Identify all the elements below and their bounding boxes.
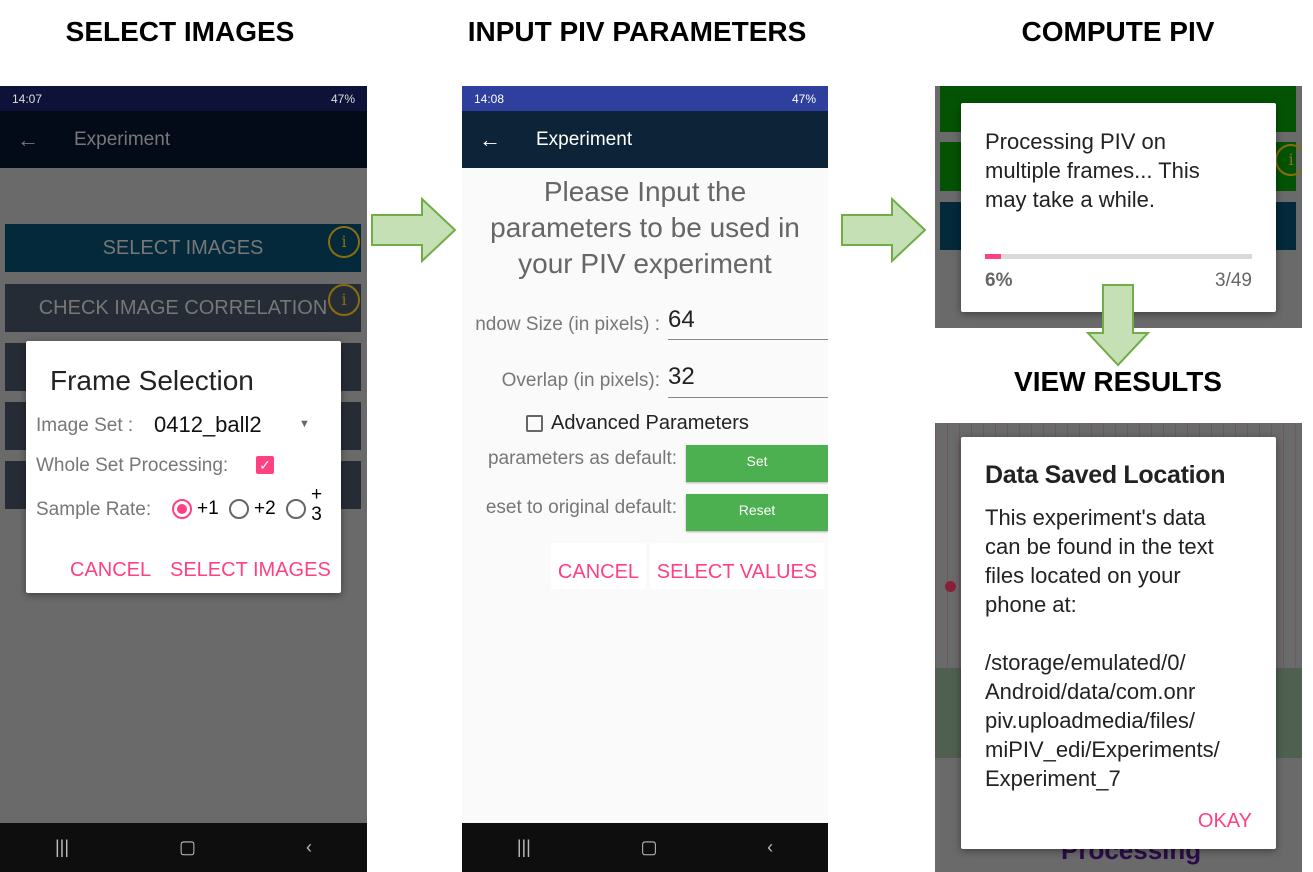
radio-plus1[interactable] — [172, 499, 192, 519]
status-bar: 14:08 47% — [462, 86, 828, 111]
progress-count: 3/49 — [1215, 270, 1252, 291]
radio-plus2-label: +2 — [254, 498, 276, 519]
button-label: SELECT IMAGES — [102, 236, 264, 259]
app-bar: ← Experiment — [462, 111, 828, 168]
path-line: Experiment_7 — [985, 766, 1121, 791]
dialog-title: Frame Selection — [50, 365, 254, 396]
recent-apps-icon[interactable]: ||| — [55, 837, 69, 858]
heading-input-piv-parameters: INPUT PIV PARAMETERS — [467, 16, 807, 47]
path-line: Android/data/com.onr — [985, 679, 1196, 704]
home-icon[interactable]: ▢ — [640, 837, 657, 858]
back-icon[interactable]: ‹ — [767, 837, 773, 858]
status-time: 14:07 — [12, 91, 43, 106]
dialog-body: This experiment's data can be found in t… — [985, 503, 1220, 793]
back-arrow-icon[interactable]: ← — [0, 127, 56, 153]
select-values-label: SELECT VALUES — [656, 561, 818, 583]
info-icon[interactable]: i — [328, 284, 360, 316]
status-time: 14:08 — [474, 91, 505, 106]
cancel-button[interactable]: CANCEL — [551, 543, 646, 589]
dialog-title: Data Saved Location — [985, 461, 1226, 489]
recent-apps-icon[interactable]: ||| — [517, 837, 531, 858]
sample-rate-label: Sample Rate: — [36, 499, 152, 520]
radio-plus3-value: 3 — [311, 504, 322, 525]
whole-set-checkbox[interactable]: ✓ — [256, 456, 274, 474]
nav-bar: ||| ▢ ‹ — [462, 823, 828, 872]
body-line: This experiment's data — [985, 505, 1206, 530]
phone-select-images: 14:07 47% ← Experiment SELECT IMAGES i C… — [0, 86, 367, 872]
reset-button[interactable]: Reset — [686, 494, 828, 531]
home-icon[interactable]: ▢ — [179, 837, 196, 858]
window-size-input[interactable]: 64 — [668, 306, 828, 340]
set-default-label: parameters as default: — [487, 448, 677, 469]
message-line: Processing PIV on — [985, 129, 1166, 154]
plot-point — [945, 581, 956, 592]
radio-plus3-sign: + — [311, 484, 323, 505]
status-bar: 14:07 47% — [0, 86, 367, 111]
progress-percent: 6% — [985, 270, 1013, 291]
path-line: miPIV_edi/Experiments/ — [985, 737, 1220, 762]
app-title: Experiment — [536, 128, 633, 150]
dropdown-arrow-icon: ▼ — [299, 418, 310, 430]
window-size-label: ndow Size (in pixels) : — [475, 314, 660, 335]
intro-text: Please Input the parameters to be used i… — [462, 174, 828, 282]
processing-message: Processing PIV on multiple frames... Thi… — [985, 127, 1200, 214]
advanced-parameters-checkbox[interactable] — [526, 415, 543, 432]
path-line: piv.uploadmedia/files/ — [985, 708, 1195, 733]
set-button-label: Set — [746, 453, 768, 469]
select-images-confirm-button[interactable]: SELECT IMAGES — [170, 559, 331, 582]
set-button[interactable]: Set — [686, 445, 828, 482]
intro-line: your PIV experiment — [518, 248, 772, 279]
app-title: Experiment — [74, 128, 171, 150]
back-icon[interactable]: ‹ — [306, 837, 312, 858]
overlap-input[interactable]: 32 — [668, 363, 828, 398]
status-battery: 47% — [330, 91, 355, 106]
body-line: can be found in the text — [985, 534, 1214, 559]
frame-selection-dialog: Frame Selection Image Set : 0412_ball2 ▼… — [26, 341, 341, 593]
image-set-label: Image Set : — [36, 415, 134, 436]
right-arrow-icon — [841, 197, 927, 263]
phone-input-parameters: 14:08 47% ← Experiment Please Input the … — [462, 86, 828, 872]
radio-plus3-label: + 3 — [311, 485, 322, 525]
select-images-button[interactable]: SELECT IMAGES — [5, 224, 361, 272]
processing-dialog: Processing PIV on multiple frames... Thi… — [961, 103, 1276, 312]
progress-fill — [985, 254, 1002, 259]
data-saved-dialog: Data Saved Location This experiment's da… — [961, 437, 1276, 849]
intro-line: Please Input the — [543, 176, 747, 207]
radio-plus3[interactable] — [286, 499, 306, 519]
down-arrow-icon — [1086, 284, 1150, 367]
path-line: /storage/emulated/0/ — [985, 650, 1186, 675]
right-arrow-icon — [371, 197, 457, 263]
reset-default-label: eset to original default: — [485, 497, 677, 518]
message-line: multiple frames... This — [985, 158, 1200, 183]
overlap-label: Overlap (in pixels): — [501, 370, 660, 391]
info-icon: i — [1275, 144, 1302, 176]
body-line: phone at: — [985, 592, 1077, 617]
radio-plus2[interactable] — [229, 499, 249, 519]
progress-bar — [985, 254, 1252, 259]
nav-bar: ||| ▢ ‹ — [0, 823, 367, 872]
reset-button-label: Reset — [738, 502, 776, 518]
image-set-dropdown[interactable]: 0412_ball2 ▼ — [154, 412, 314, 438]
select-values-button[interactable]: SELECT VALUES — [650, 543, 824, 589]
body-line: files located on your — [985, 563, 1181, 588]
cancel-button[interactable]: CANCEL — [70, 559, 151, 582]
heading-compute-piv: COMPUTE PIV — [1021, 16, 1215, 47]
status-battery: 47% — [791, 91, 816, 106]
heading-view-results: VIEW RESULTS — [1014, 366, 1222, 397]
whole-set-label: Whole Set Processing: — [36, 455, 229, 476]
image-set-value: 0412_ball2 — [154, 412, 262, 437]
app-bar: ← Experiment — [0, 111, 367, 168]
radio-plus1-label: +1 — [197, 498, 219, 519]
check-image-correlation-button[interactable]: CHECK IMAGE CORRELATION — [5, 284, 361, 332]
intro-line: parameters to be used in — [490, 212, 800, 243]
heading-select-images: SELECT IMAGES — [65, 16, 295, 47]
cancel-label: CANCEL — [557, 561, 640, 583]
message-line: may take a while. — [985, 187, 1155, 212]
advanced-parameters-label: Advanced Parameters — [551, 412, 749, 434]
info-icon[interactable]: i — [328, 226, 360, 258]
back-arrow-icon[interactable]: ← — [462, 127, 518, 153]
button-label: CHECK IMAGE CORRELATION — [38, 296, 328, 319]
okay-button[interactable]: OKAY — [1198, 810, 1252, 833]
